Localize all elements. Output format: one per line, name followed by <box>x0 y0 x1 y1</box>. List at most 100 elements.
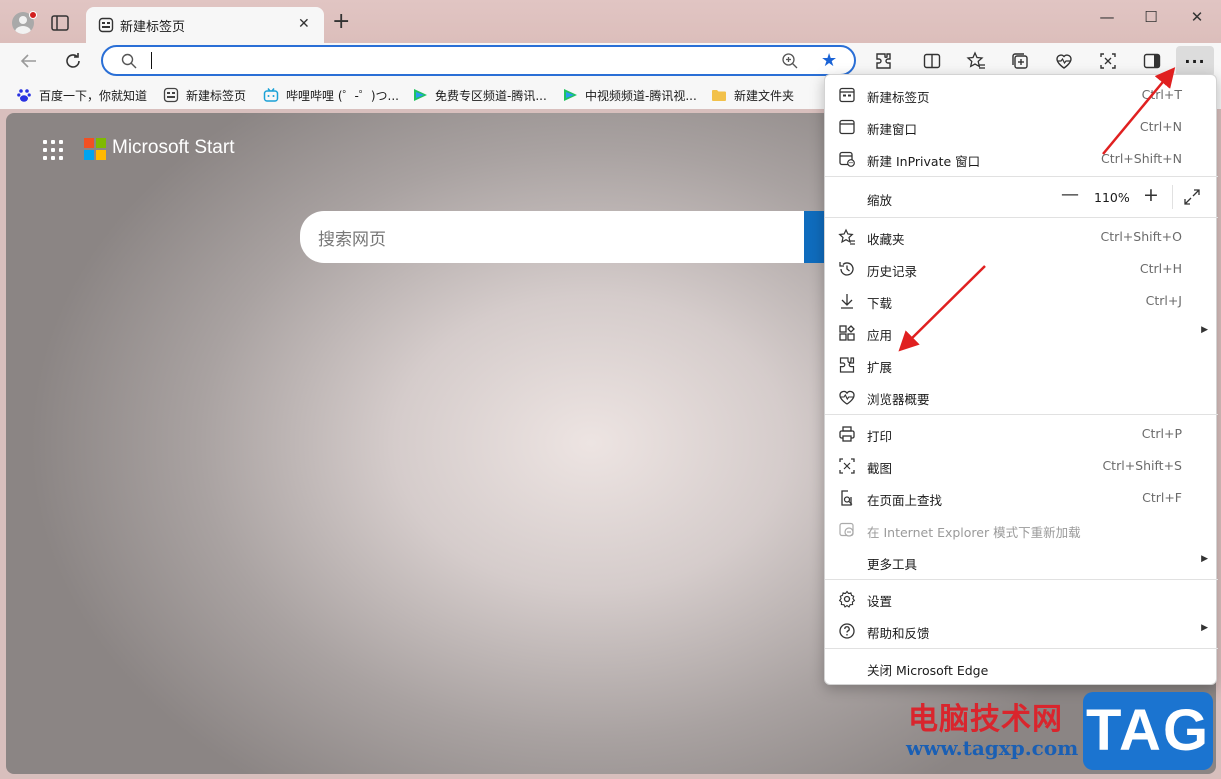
tab-new-tab[interactable]: 新建标签页 ✕ <box>86 7 324 43</box>
menu-item-label: 打印 <box>867 429 893 444</box>
submenu-arrow-icon: ▶ <box>1201 325 1208 335</box>
menu-item-shortcut: Ctrl+F <box>1142 490 1182 505</box>
menu-item-history[interactable]: 历史记录 Ctrl+H <box>825 252 1218 284</box>
logo-red <box>84 138 94 148</box>
logo-yellow <box>96 150 106 160</box>
bookmark-label: 哔哩哔哩 (゜-゜)つ... <box>286 88 399 103</box>
bookmark-label: 免费专区频道-腾讯... <box>435 88 547 103</box>
extensions-toolbar-icon[interactable] <box>872 49 896 73</box>
address-bar[interactable]: ★ <box>101 45 856 76</box>
collections-icon[interactable] <box>1008 49 1032 73</box>
maximize-button[interactable]: ☐ <box>1139 8 1163 26</box>
menu-item-print[interactable]: 打印 Ctrl+P <box>825 417 1218 449</box>
help-icon <box>838 622 856 640</box>
bookmark-tencent-free[interactable]: 免费专区频道-腾讯... <box>412 85 547 105</box>
menu-item-extensions[interactable]: 扩展 <box>825 348 1218 380</box>
menu-item-label: 在 Internet Explorer 模式下重新加载 <box>867 525 1081 540</box>
favorites-icon <box>838 228 856 246</box>
menu-divider <box>825 648 1218 649</box>
menu-item-close-edge[interactable]: 关闭 Microsoft Edge <box>825 651 1218 683</box>
sidebar-toggle-icon[interactable] <box>1140 49 1164 73</box>
zoom-out-button[interactable]: — <box>1061 184 1079 205</box>
microsoft-logo-icon <box>84 138 106 160</box>
extensions-icon <box>838 356 856 374</box>
bookmark-bilibili[interactable]: 哔哩哔哩 (゜-゜)つ... <box>263 85 399 105</box>
menu-item-label: 下载 <box>867 296 893 311</box>
address-input[interactable] <box>155 50 755 72</box>
back-icon[interactable] <box>16 48 42 74</box>
folder-icon <box>711 87 727 103</box>
bookmark-new-tab[interactable]: 新建标签页 <box>163 85 246 105</box>
browser-essentials-toolbar-icon[interactable] <box>1052 49 1076 73</box>
menu-item-inprivate[interactable]: 新建 InPrivate 窗口 Ctrl+Shift+N <box>825 142 1218 174</box>
zoom-label: 缩放 <box>867 193 893 208</box>
favorites-bar-icon[interactable] <box>964 49 988 73</box>
menu-item-shortcut: Ctrl+T <box>1141 87 1182 102</box>
menu-item-more-tools[interactable]: 更多工具 ▶ <box>825 545 1218 577</box>
tab-title: 新建标签页 <box>120 20 186 35</box>
bookmark-baidu[interactable]: 百度一下，你就知道 <box>16 85 147 105</box>
bookmark-label: 中视频频道-腾讯视... <box>585 88 697 103</box>
bookmark-label: 百度一下，你就知道 <box>39 88 148 103</box>
new-tab-icon <box>838 86 856 104</box>
split-screen-icon[interactable] <box>920 49 944 73</box>
menu-item-label: 关闭 Microsoft Edge <box>867 663 989 678</box>
bookmark-new-folder[interactable]: 新建文件夹 <box>711 85 794 105</box>
menu-item-new-window[interactable]: 新建窗口 Ctrl+N <box>825 110 1218 142</box>
menu-item-label: 应用 <box>867 328 893 343</box>
zoom-indicator-icon[interactable] <box>781 52 799 74</box>
favorite-star-icon[interactable]: ★ <box>821 50 837 71</box>
menu-item-apps[interactable]: 应用 ▶ <box>825 316 1218 348</box>
menu-item-ie-mode: 在 Internet Explorer 模式下重新加载 <box>825 513 1218 545</box>
menu-item-label: 在页面上查找 <box>867 493 943 508</box>
settings-and-more-button[interactable]: ··· <box>1176 46 1214 77</box>
zoom-in-button[interactable]: + <box>1143 184 1159 206</box>
apps-icon <box>838 324 856 342</box>
menu-divider <box>825 176 1218 177</box>
zoom-divider <box>1172 185 1173 209</box>
menu-item-label: 设置 <box>867 594 893 609</box>
text-caret <box>151 52 152 69</box>
menu-item-label: 收藏夹 <box>867 232 905 247</box>
new-tab-button[interactable]: + <box>332 11 350 33</box>
watermark-site-name: 电脑技术网 <box>908 702 1063 737</box>
brand-title: Microsoft Start <box>112 137 235 158</box>
menu-item-help-feedback[interactable]: 帮助和反馈 ▶ <box>825 614 1218 646</box>
menu-item-screenshot[interactable]: 截图 Ctrl+Shift+S <box>825 449 1218 481</box>
fullscreen-icon[interactable] <box>1183 188 1201 210</box>
search-icon <box>121 53 137 73</box>
menu-divider <box>825 579 1218 580</box>
close-tab-icon[interactable]: ✕ <box>298 16 310 32</box>
browser-essentials-icon <box>838 388 856 406</box>
menu-item-downloads[interactable]: 下载 Ctrl+J <box>825 284 1218 316</box>
menu-item-browser-essentials[interactable]: 浏览器概要 <box>825 380 1218 412</box>
menu-item-shortcut: Ctrl+P <box>1141 426 1182 441</box>
screenshot-toolbar-icon[interactable] <box>1096 49 1120 73</box>
settings-and-more-menu: 新建标签页 Ctrl+T 新建窗口 Ctrl+N 新建 InPrivate 窗口… <box>824 74 1218 685</box>
menu-item-settings[interactable]: 设置 <box>825 582 1218 614</box>
refresh-icon[interactable] <box>60 48 86 74</box>
menu-item-shortcut: Ctrl+H <box>1139 261 1182 276</box>
new-tab-page-icon <box>163 87 179 103</box>
new-window-icon <box>838 118 856 136</box>
watermark-tag-logo: TAG <box>1083 692 1213 770</box>
tencent-video-icon <box>412 87 428 103</box>
minimize-button[interactable]: — <box>1095 8 1119 26</box>
tencent-video-icon <box>562 87 578 103</box>
menu-zoom-row: 缩放 — 110% + <box>825 181 1218 213</box>
web-search-box[interactable]: 搜索网页 <box>300 211 830 263</box>
menu-item-shortcut: Ctrl+J <box>1145 293 1182 308</box>
menu-item-label: 历史记录 <box>867 264 918 279</box>
close-window-button[interactable]: ✕ <box>1185 8 1209 26</box>
app-launcher-icon[interactable] <box>43 140 63 160</box>
title-bar: 新建标签页 ✕ + — ☐ ✕ <box>0 0 1221 43</box>
menu-item-label: 更多工具 <box>867 557 918 572</box>
menu-item-shortcut: Ctrl+N <box>1139 119 1182 134</box>
menu-item-new-tab[interactable]: 新建标签页 Ctrl+T <box>825 78 1218 110</box>
menu-item-favorites[interactable]: 收藏夹 Ctrl+Shift+O <box>825 220 1218 252</box>
menu-item-find-on-page[interactable]: 在页面上查找 Ctrl+F <box>825 481 1218 513</box>
logo-blue <box>84 150 94 160</box>
tab-actions-icon[interactable] <box>50 14 70 32</box>
bookmark-tencent-mid[interactable]: 中视频频道-腾讯视... <box>562 85 697 105</box>
menu-item-label: 扩展 <box>867 360 893 375</box>
